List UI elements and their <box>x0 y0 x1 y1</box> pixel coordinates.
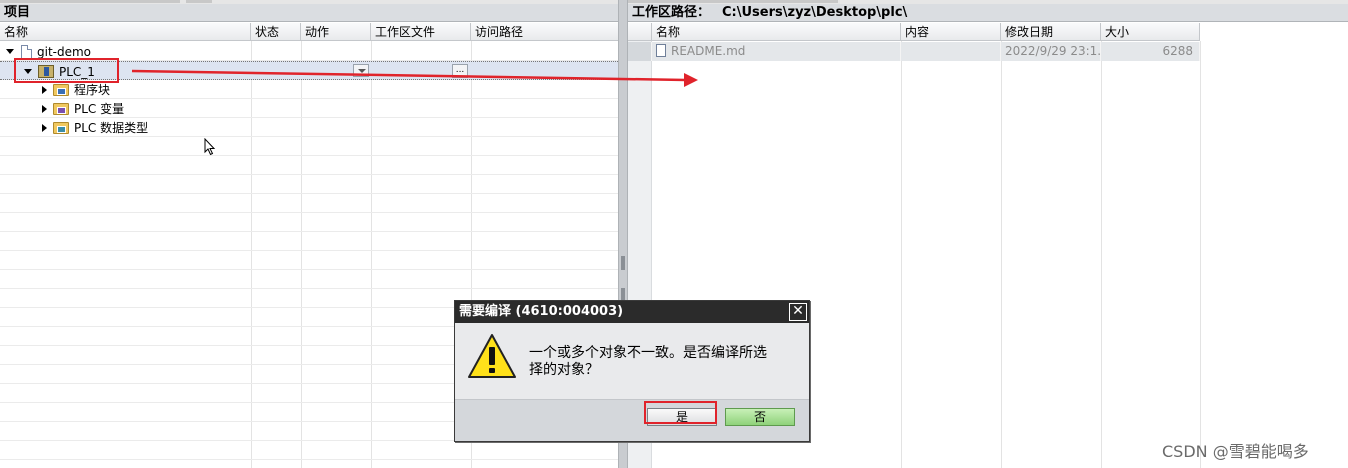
workspace-path-label: 工作区路径： <box>632 5 711 20</box>
tab-segment[interactable] <box>186 0 212 3</box>
column-file-name[interactable]: 名称 <box>652 23 901 41</box>
column-content[interactable]: 内容 <box>901 23 1001 41</box>
grid-line <box>1200 41 1201 468</box>
file-modified-cell: 2022/9/29 23:1... <box>1001 42 1101 61</box>
tree-label: PLC 数据类型 <box>74 121 149 135</box>
column-status[interactable]: 状态 <box>251 23 301 41</box>
empty-row <box>0 175 618 194</box>
mouse-pointer-icon <box>204 138 216 156</box>
plc-datatypes-folder-icon <box>53 121 69 134</box>
plc-tags-folder-icon <box>53 102 69 115</box>
dialog-message-line: 一个或多个对象不一致。是否编译所选 <box>529 345 767 361</box>
dialog-body: 一个或多个对象不一致。是否编译所选 择的对象？ <box>455 323 809 399</box>
file-name-cell[interactable]: README.md <box>652 42 901 61</box>
action-dropdown[interactable] <box>353 64 369 77</box>
empty-row <box>0 441 618 460</box>
empty-row <box>0 232 618 251</box>
empty-row <box>0 270 618 289</box>
dialog-title[interactable]: 需要编译 (4610:004003) <box>455 301 809 323</box>
row-gutter-cell <box>628 42 652 61</box>
dialog-footer: 是 否 <box>455 399 809 441</box>
tab-segment[interactable] <box>0 0 180 3</box>
workspace-file-browse-button[interactable]: ... <box>452 64 468 78</box>
grid-line <box>1101 41 1102 468</box>
tab-segment[interactable] <box>628 0 838 3</box>
close-icon[interactable]: ✕ <box>789 303 807 321</box>
highlight-box-plc <box>14 58 119 83</box>
file-content-cell <box>901 42 1001 61</box>
no-button[interactable]: 否 <box>725 408 795 426</box>
chevron-down-icon <box>358 69 366 73</box>
file-size-cell: 6288 <box>1101 42 1200 61</box>
expand-arrow-icon[interactable] <box>42 85 47 94</box>
empty-row <box>0 194 618 213</box>
empty-row <box>0 156 618 175</box>
empty-row <box>0 137 618 156</box>
file-name: README.md <box>671 44 746 58</box>
workspace-panel-header: 工作区路径： C:\Users\zyz\Desktop\plc\ <box>628 4 1348 22</box>
project-column-header: 名称 状态 动作 工作区文件 访问路径 <box>0 23 618 41</box>
tree-label: git-demo <box>37 44 92 59</box>
warning-icon <box>468 334 516 378</box>
tree-row-plc-datatypes[interactable]: PLC 数据类型 <box>0 118 618 137</box>
empty-row <box>0 213 618 232</box>
column-workspace-file[interactable]: 工作区文件 <box>371 23 471 41</box>
column-name[interactable]: 名称 <box>0 23 251 41</box>
grid-line <box>1001 41 1002 468</box>
workspace-column-header: 名称 内容 修改日期 大小 <box>628 23 1200 41</box>
file-row[interactable]: README.md 2022/9/29 23:1... 6288 <box>628 42 1200 61</box>
splitter-grip[interactable] <box>621 256 625 270</box>
gutter-header <box>628 23 652 41</box>
column-action[interactable]: 动作 <box>301 23 371 41</box>
empty-row <box>0 251 618 270</box>
project-panel-title: 项目 <box>0 4 618 22</box>
expand-arrow-icon[interactable] <box>42 123 47 132</box>
tree-row-plc-tags[interactable]: PLC 变量 <box>0 99 618 118</box>
column-size[interactable]: 大小 <box>1101 23 1200 41</box>
tree-label: 程序块 <box>74 83 111 97</box>
watermark: CSDN @雪碧能喝多 <box>1162 442 1309 461</box>
column-access-path[interactable]: 访问路径 <box>471 23 618 41</box>
highlight-box-yes <box>644 401 717 424</box>
project-doc-icon <box>21 44 32 59</box>
dialog-message-line: 择的对象？ <box>529 362 599 378</box>
grid-line <box>901 41 902 468</box>
workspace-path-value[interactable]: C:\Users\zyz\Desktop\plc\ <box>722 5 907 20</box>
collapse-arrow-icon[interactable] <box>6 49 14 54</box>
program-blocks-folder-icon <box>53 83 69 96</box>
dialog-message: 一个或多个对象不一致。是否编译所选 择的对象？ <box>529 345 799 379</box>
tree-label: PLC 变量 <box>74 102 125 116</box>
file-icon <box>656 44 666 57</box>
compile-required-dialog: 需要编译 (4610:004003) ✕ 一个或多个对象不一致。是否编译所选 择… <box>454 300 810 442</box>
column-modified-date[interactable]: 修改日期 <box>1001 23 1101 41</box>
expand-arrow-icon[interactable] <box>42 104 47 113</box>
